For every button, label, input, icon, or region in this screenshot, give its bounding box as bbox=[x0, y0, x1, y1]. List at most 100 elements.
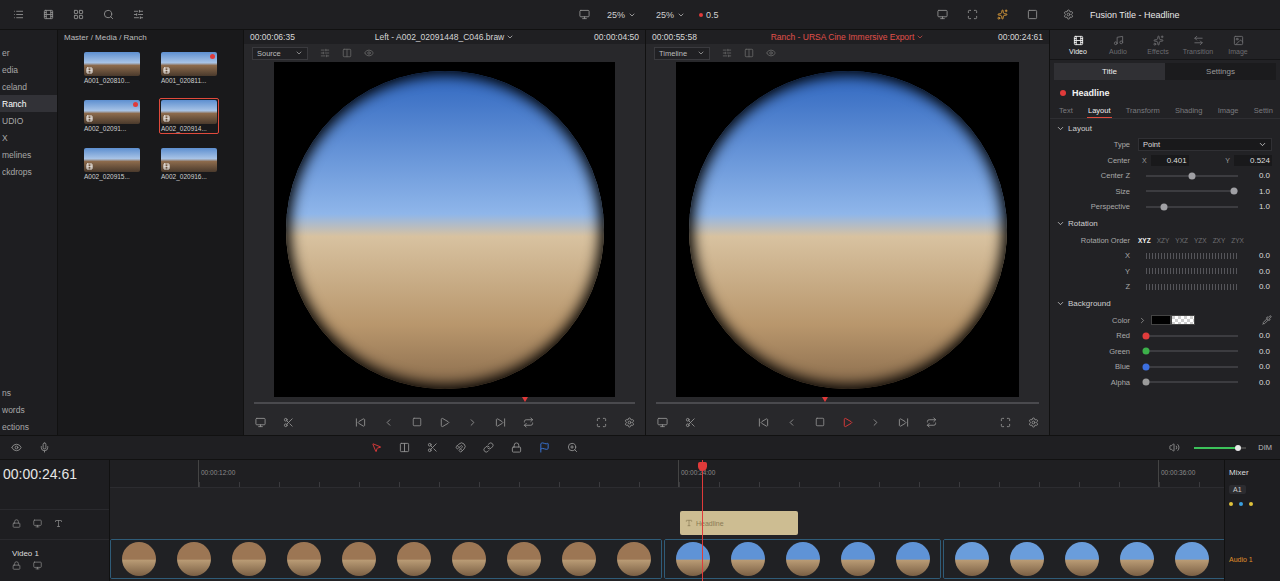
section-header[interactable]: Background bbox=[1050, 295, 1280, 313]
value-field[interactable]: 0.0 bbox=[1246, 170, 1272, 181]
play-icon[interactable] bbox=[439, 417, 450, 428]
split-icon[interactable] bbox=[744, 48, 754, 58]
rotation-order-option[interactable]: YXZ bbox=[1175, 237, 1188, 244]
title-clip[interactable]: Headline bbox=[680, 511, 798, 535]
value-field[interactable]: 0.0 bbox=[1246, 377, 1272, 388]
media-clip[interactable]: A002_020916... bbox=[159, 146, 219, 182]
skip-back-icon[interactable] bbox=[355, 417, 366, 428]
scrub-head[interactable] bbox=[822, 397, 828, 402]
media-clip[interactable]: A001_020810... bbox=[82, 50, 142, 86]
search-icon[interactable] bbox=[103, 9, 114, 20]
value-field[interactable]: 1.0 bbox=[1246, 186, 1272, 197]
monitor-icon[interactable] bbox=[657, 417, 668, 428]
slider[interactable] bbox=[1146, 350, 1238, 352]
playhead[interactable] bbox=[702, 460, 703, 581]
grid-icon[interactable] bbox=[73, 9, 84, 20]
chevron-right-icon[interactable] bbox=[1138, 316, 1147, 325]
snap-icon[interactable] bbox=[455, 442, 466, 453]
skip-forward-icon[interactable] bbox=[495, 417, 506, 428]
media-clip[interactable]: A002_020915... bbox=[82, 146, 142, 182]
inspector-tab[interactable]: Audio bbox=[1098, 35, 1138, 55]
inspector-subtab[interactable]: Settings bbox=[1165, 63, 1276, 80]
scissors-icon[interactable] bbox=[283, 417, 294, 428]
slider-knob[interactable] bbox=[1161, 203, 1168, 210]
slider[interactable] bbox=[1146, 190, 1238, 192]
settings-icon[interactable] bbox=[1028, 417, 1039, 428]
rotation-dial[interactable] bbox=[1146, 284, 1238, 290]
scrub-track[interactable] bbox=[656, 402, 1039, 404]
value-field[interactable]: 0.401 bbox=[1151, 155, 1189, 166]
playhead-handle[interactable] bbox=[698, 462, 707, 471]
eye-icon[interactable] bbox=[364, 48, 374, 58]
bin-item[interactable]: words bbox=[0, 401, 57, 418]
stop-icon[interactable] bbox=[412, 417, 422, 427]
rotation-order-option[interactable]: XZY bbox=[1157, 237, 1170, 244]
trim-icon[interactable] bbox=[399, 442, 410, 453]
slider-knob[interactable] bbox=[1143, 332, 1150, 339]
rotation-order-option[interactable]: XYZ bbox=[1138, 237, 1151, 244]
type-dropdown[interactable]: Point bbox=[1138, 138, 1272, 151]
step-back-icon[interactable] bbox=[786, 417, 797, 428]
play-icon[interactable] bbox=[842, 417, 853, 428]
mixer-channel[interactable]: A1 bbox=[1229, 485, 1246, 494]
scrub-track[interactable] bbox=[254, 402, 635, 404]
slider-knob[interactable] bbox=[1143, 379, 1150, 386]
timeline-zoom[interactable]: 25% bbox=[656, 10, 685, 20]
media-clip[interactable]: A002_02091... bbox=[82, 98, 142, 134]
lock-icon[interactable] bbox=[12, 561, 21, 570]
bin-item[interactable]: celand bbox=[0, 78, 57, 95]
bin-item[interactable]: edia bbox=[0, 61, 57, 78]
fullscreen-icon[interactable] bbox=[967, 9, 978, 20]
rotation-order-option[interactable]: ZYX bbox=[1231, 237, 1244, 244]
mic-icon[interactable] bbox=[39, 442, 50, 453]
monitor-icon[interactable] bbox=[255, 417, 266, 428]
slider-knob[interactable] bbox=[1143, 363, 1150, 370]
value-field[interactable]: 0.524 bbox=[1234, 155, 1272, 166]
section-tab[interactable]: Text bbox=[1058, 104, 1074, 118]
bin-item[interactable]: ns bbox=[0, 384, 57, 401]
bin-item[interactable]: UDIO bbox=[0, 112, 57, 129]
skip-forward-icon[interactable] bbox=[898, 417, 909, 428]
timeline-ruler[interactable]: 00:00:12:0000:00:24:0000:00:36:00 bbox=[110, 460, 1224, 488]
value-field[interactable]: 0.0 bbox=[1246, 266, 1272, 277]
scrub-head[interactable] bbox=[522, 397, 528, 402]
value-field[interactable]: 0.0 bbox=[1246, 346, 1272, 357]
value-field[interactable]: 0.0 bbox=[1246, 361, 1272, 372]
bin-item[interactable]: er bbox=[0, 44, 57, 61]
viewer-mode-dropdown[interactable]: Timeline bbox=[654, 47, 710, 60]
inspector-subtab[interactable]: Title bbox=[1054, 63, 1165, 80]
scissors-icon[interactable] bbox=[685, 417, 696, 428]
bin-item[interactable]: X bbox=[0, 129, 57, 146]
viewer-title[interactable]: Ranch - URSA Cine Immersive Export bbox=[771, 32, 925, 42]
bin-item[interactable]: Ranch bbox=[0, 95, 57, 112]
alpha-swatch[interactable] bbox=[1171, 315, 1195, 325]
lock-icon[interactable] bbox=[12, 519, 21, 528]
inspector-tab[interactable]: Video bbox=[1058, 35, 1098, 55]
slider[interactable] bbox=[1146, 381, 1238, 383]
media-clip[interactable]: A002_020914... bbox=[159, 98, 219, 134]
inspector-tab[interactable]: Transition bbox=[1178, 35, 1218, 55]
viewer-mode-dropdown[interactable]: Source bbox=[252, 47, 308, 60]
value-field[interactable]: 0.0 bbox=[1246, 250, 1272, 261]
section-header[interactable]: Layout bbox=[1050, 119, 1280, 137]
volume-icon[interactable] bbox=[1169, 442, 1180, 453]
blade-icon[interactable] bbox=[427, 442, 438, 453]
link-icon[interactable] bbox=[483, 442, 494, 453]
media-clip[interactable]: A001_020811... bbox=[159, 50, 219, 86]
settings-icon[interactable] bbox=[624, 417, 635, 428]
slider-knob[interactable] bbox=[1189, 172, 1196, 179]
playback-speed[interactable]: 0.5 bbox=[699, 10, 719, 20]
video-clip[interactable] bbox=[110, 539, 662, 579]
section-tab[interactable]: Shading bbox=[1174, 104, 1204, 118]
adjust-icon[interactable] bbox=[722, 48, 732, 58]
title-icon[interactable] bbox=[54, 519, 63, 528]
section-tab[interactable]: Transform bbox=[1125, 104, 1161, 118]
slider[interactable] bbox=[1146, 335, 1238, 337]
bin-item[interactable]: melines bbox=[0, 146, 57, 163]
video-clip[interactable] bbox=[943, 539, 1224, 579]
viewer-title[interactable]: Left - A002_02091448_C046.braw bbox=[375, 32, 515, 42]
rotation-dial[interactable] bbox=[1146, 253, 1238, 259]
dim-button[interactable]: DIM bbox=[1258, 443, 1272, 452]
bin-item[interactable]: ckdrops bbox=[0, 163, 57, 180]
slider-knob[interactable] bbox=[1143, 348, 1150, 355]
